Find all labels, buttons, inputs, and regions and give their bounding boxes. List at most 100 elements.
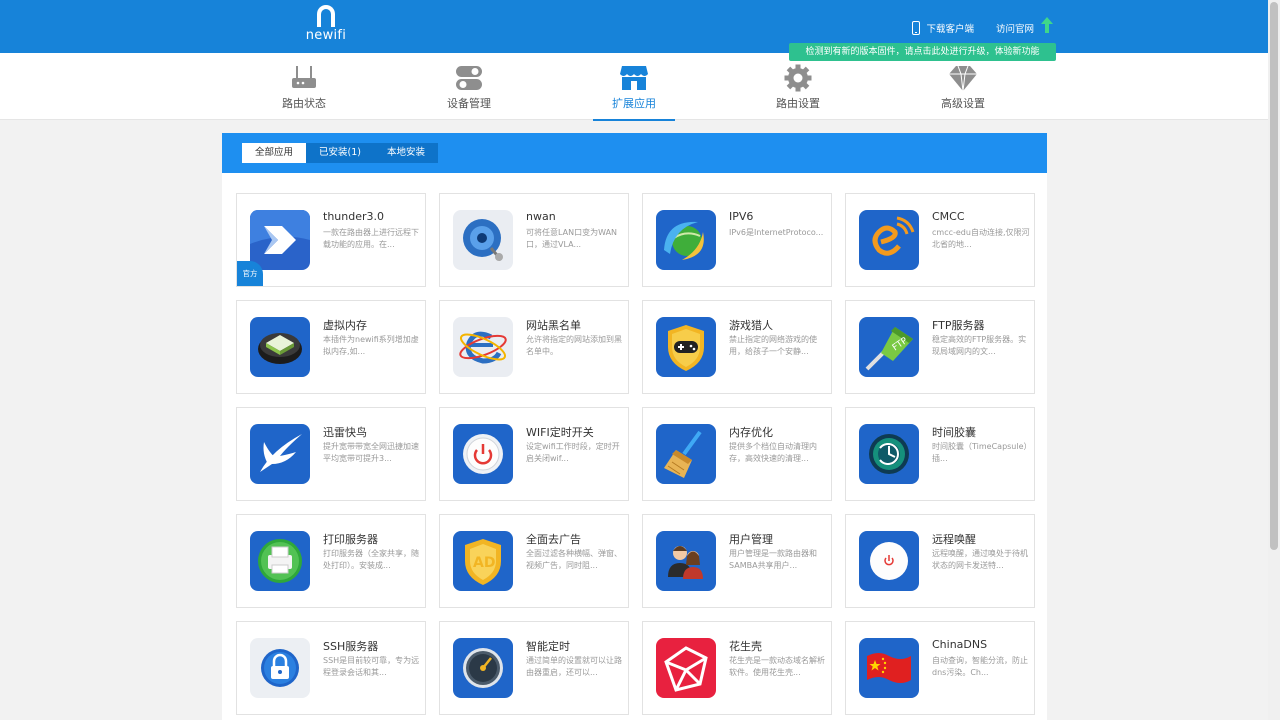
app-name: 网站黑名单 <box>526 319 581 332</box>
power-icon <box>859 531 919 591</box>
diamond-icon <box>949 65 977 92</box>
app-desc: 用户管理是一款路由器和SAMBA共享用户... <box>729 549 817 570</box>
official-badge: 官方 <box>237 261 263 286</box>
app-card-peanut[interactable]: 花生壳 花生壳是一款动态域名解析软件。使用花生壳... <box>642 621 832 715</box>
nav-label: 高级设置 <box>941 97 985 110</box>
app-card-virtual-memory[interactable]: 虚拟内存 本插件为newifi系列增加虚拟内存,如... <box>236 300 426 394</box>
app-card-ftp[interactable]: FTP FTP服务器 稳定高效的FTP服务器。实现局域网内的文... <box>845 300 1035 394</box>
app-name: SSH服务器 <box>323 640 379 653</box>
app-desc: 全面过滤各种横幅、弹窗、视频广告，同时阻... <box>526 549 622 570</box>
top-header: newifi 下载客户端 访问官网 <box>0 0 1268 53</box>
app-desc: cmcc-edu自动连接,仅限河北省的地... <box>932 228 1030 249</box>
blacklist-icon <box>453 317 513 377</box>
app-card-ssh[interactable]: SSH服务器 SSH是目前较可靠，专为远程登录会话和其... <box>236 621 426 715</box>
game-hunter-icon <box>656 317 716 377</box>
nav-label: 路由状态 <box>282 97 326 110</box>
china-flag-icon <box>859 638 919 698</box>
download-client-link[interactable]: 下载客户端 <box>926 21 974 35</box>
tab-installed[interactable]: 已安装(1) <box>306 143 374 163</box>
router-icon <box>292 66 316 88</box>
gear-icon <box>784 64 812 92</box>
newifi-logo[interactable]: newifi <box>304 5 348 47</box>
app-name: 打印服务器 <box>323 533 378 546</box>
users-icon <box>656 531 716 591</box>
app-card-adblock[interactable]: AD 全面去广告 全面过滤各种横幅、弹窗、视频广告，同时阻... <box>439 514 629 608</box>
app-desc: 自动查询，智能分流，防止dns污染。Ch... <box>932 656 1028 677</box>
app-card-remote-wake[interactable]: 远程唤醒 远程唤醒，通过唤处于待机状态的网卡发送特... <box>845 514 1035 608</box>
app-desc: 允许将指定的网站添加到黑名单中。 <box>526 335 622 356</box>
ipv6-icon <box>656 210 716 270</box>
main-nav: 路由状态 设备管理 扩展应用 路由设置 高级设置 <box>0 53 1268 121</box>
app-name: 迅雷快鸟 <box>323 426 367 439</box>
nav-router-settings[interactable]: 路由设置 <box>758 53 838 120</box>
wifi-timer-icon <box>453 424 513 484</box>
app-card-blacklist[interactable]: 网站黑名单 允许将指定的网站添加到黑名单中。 <box>439 300 629 394</box>
app-name: 游戏猎人 <box>729 319 773 332</box>
app-card-nwan[interactable]: nwan 可将任意LAN口变为WAN口，通过VLA... <box>439 193 629 287</box>
logo-text: newifi <box>305 28 347 43</box>
app-desc: 提升宽带带宽全网迅捷加速平均宽带可提升3... <box>323 442 419 463</box>
app-name: WIFI定时开关 <box>526 426 594 439</box>
nwan-icon <box>453 210 513 270</box>
nav-label: 设备管理 <box>447 97 491 110</box>
upgrade-arrow-icon[interactable] <box>1040 17 1054 33</box>
app-name: 智能定时 <box>526 640 570 653</box>
app-desc: 通过简单的设置就可以让路由器重启，还可以... <box>526 656 622 677</box>
app-name: 时间胶囊 <box>932 426 976 439</box>
app-card-time-capsule[interactable]: 时间胶囊 时间胶囊（TimeCapsule）插... <box>845 407 1035 501</box>
adblock-icon: AD <box>453 531 513 591</box>
nav-router-status[interactable]: 路由状态 <box>264 53 344 120</box>
app-name: FTP服务器 <box>932 319 985 332</box>
app-name: CMCC <box>932 210 965 223</box>
nav-advanced-settings[interactable]: 高级设置 <box>923 53 1003 120</box>
nav-device-management[interactable]: 设备管理 <box>429 53 509 120</box>
phone-icon <box>912 21 921 35</box>
app-desc: 提供多个档位自动清理内存，高效快速的清理... <box>729 442 817 463</box>
app-desc: 可将任意LAN口变为WAN口，通过VLA... <box>526 228 618 249</box>
app-name: 全面去广告 <box>526 533 581 546</box>
app-name: 用户管理 <box>729 533 773 546</box>
app-desc: 本插件为newifi系列增加虚拟内存,如... <box>323 335 419 356</box>
thunder-icon <box>250 210 310 270</box>
app-card-users[interactable]: 用户管理 用户管理是一款路由器和SAMBA共享用户... <box>642 514 832 608</box>
app-name: 花生壳 <box>729 640 762 653</box>
app-card-swift-bird[interactable]: 迅雷快鸟 提升宽带带宽全网迅捷加速平均宽带可提升3... <box>236 407 426 501</box>
visit-site-link[interactable]: 访问官网 <box>996 21 1034 35</box>
svg-text:AD: AD <box>473 555 495 571</box>
app-desc: 时间胶囊（TimeCapsule）插... <box>932 442 1028 463</box>
app-card-game-hunter[interactable]: 游戏猎人 禁止指定的网络游戏的使用，给孩子一个安静... <box>642 300 832 394</box>
app-card-memory-optimize[interactable]: 内存优化 提供多个档位自动清理内存，高效快速的清理... <box>642 407 832 501</box>
lock-icon <box>250 638 310 698</box>
scroll-thumb[interactable] <box>1270 2 1278 550</box>
app-card-wifi-timer[interactable]: WIFI定时开关 设定wifi工作时段，定时开启关闭wif... <box>439 407 629 501</box>
app-card-thunder[interactable]: thunder3.0 一款在路由器上进行远程下载功能的应用。在... 官方 <box>236 193 426 287</box>
app-desc: 打印服务器（全家共享，随处打印）。安装成... <box>323 549 419 570</box>
ftp-icon: FTP <box>859 317 919 377</box>
upgrade-tip[interactable]: 检测到有新的版本固件，请点击此处进行升级，体验新功能 <box>789 43 1056 61</box>
app-desc: 稳定高效的FTP服务器。实现局域网内的文... <box>932 335 1027 356</box>
app-card-printer[interactable]: 打印服务器 打印服务器（全家共享，随处打印）。安装成... <box>236 514 426 608</box>
tab-bar: 全部应用 已安装(1) 本地安装 <box>222 133 1047 173</box>
app-card-cmcc[interactable]: CMCC cmcc-edu自动连接,仅限河北省的地... <box>845 193 1035 287</box>
tab-all-apps[interactable]: 全部应用 <box>242 143 307 163</box>
app-desc: 设定wifi工作时段，定时开启关闭wif... <box>526 442 620 463</box>
app-name: ChinaDNS <box>932 638 988 651</box>
app-card-chinadns[interactable]: ChinaDNS 自动查询，智能分流，防止dns污染。Ch... <box>845 621 1035 715</box>
app-name: IPV6 <box>729 210 754 223</box>
app-desc: IPv6是InternetProtoco... <box>729 228 824 237</box>
tab-local-install[interactable]: 本地安装 <box>373 143 438 163</box>
nav-extensions[interactable]: 扩展应用 <box>593 53 675 121</box>
time-capsule-icon <box>859 424 919 484</box>
nav-label: 路由设置 <box>776 97 820 110</box>
app-card-ipv6[interactable]: IPV6 IPv6是InternetProtoco... <box>642 193 832 287</box>
app-card-smart-timer[interactable]: 智能定时 通过简单的设置就可以让路由器重启，还可以... <box>439 621 629 715</box>
app-name: 远程唤醒 <box>932 533 976 546</box>
app-name: 内存优化 <box>729 426 773 439</box>
swift-bird-icon <box>250 424 310 484</box>
app-desc: 禁止指定的网络游戏的使用，给孩子一个安静... <box>729 335 817 356</box>
top-links: 下载客户端 访问官网 <box>912 17 1054 36</box>
peanut-icon <box>656 638 716 698</box>
app-desc: 花生壳是一款动态域名解析软件。使用花生壳... <box>729 656 825 677</box>
app-name: 虚拟内存 <box>323 319 367 332</box>
page-scrollbar[interactable] <box>1268 0 1280 720</box>
